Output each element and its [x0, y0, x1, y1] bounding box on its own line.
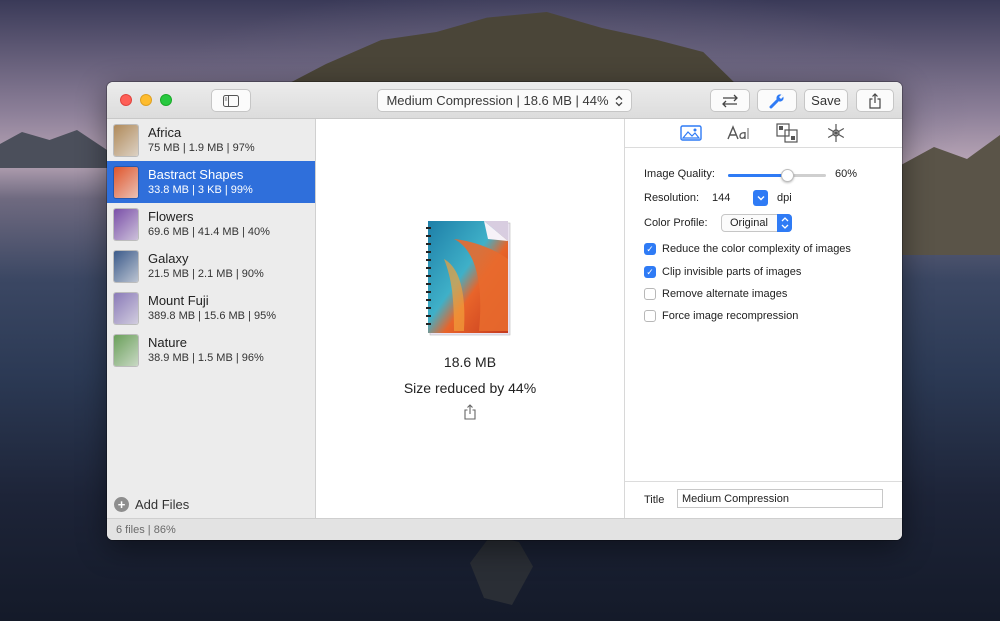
file-name: Nature — [148, 335, 188, 350]
status-bar: 6 files | 86% — [107, 518, 902, 540]
file-item-flowers[interactable]: Flowers 69.6 MB | 41.4 MB | 40% — [107, 203, 315, 245]
desktop-mountain — [280, 12, 740, 88]
preview-pane: 18.6 MB Size reduced by 44% — [316, 119, 625, 518]
tab-images[interactable] — [679, 123, 703, 143]
document-preview — [426, 221, 511, 336]
status-text: 6 files | 86% — [116, 524, 176, 536]
file-thumbnail — [114, 250, 138, 282]
title-label: Title — [644, 494, 665, 506]
settings-button[interactable] — [757, 89, 797, 112]
file-name: Mount Fuji — [148, 293, 209, 308]
file-stats: 38.9 MB | 1.5 MB | 96% — [148, 352, 264, 364]
file-name: Africa — [148, 125, 182, 140]
app-window: Medium Compression | 18.6 MB | 44% Save — [107, 82, 902, 540]
vector-shapes-icon — [776, 123, 798, 143]
image-quality-value: 60% — [835, 168, 858, 180]
resolution-value[interactable]: 144 — [712, 192, 730, 204]
share-icon — [869, 92, 881, 109]
slider-knob[interactable] — [780, 169, 794, 182]
file-thumbnail — [114, 166, 138, 198]
share-icon[interactable] — [462, 404, 478, 420]
file-item-africa[interactable]: Africa 75 MB | 1.9 MB | 97% — [107, 119, 315, 161]
share-button[interactable] — [856, 89, 894, 112]
maximize-window-button[interactable] — [160, 94, 172, 106]
image-quality-slider[interactable] — [728, 169, 826, 182]
file-stats: 69.6 MB | 41.4 MB | 40% — [148, 226, 270, 238]
option-remove-alternate[interactable]: Remove alternate images — [644, 288, 787, 300]
file-name: Galaxy — [148, 251, 189, 266]
file-stats: 21.5 MB | 2.1 MB | 90% — [148, 268, 264, 280]
option-label: Clip invisible parts of images — [662, 266, 802, 278]
add-files-label: Add Files — [135, 497, 190, 512]
swap-arrows-icon — [722, 94, 738, 107]
image-quality-label: Image Quality: — [644, 168, 715, 180]
file-name: Flowers — [148, 209, 194, 224]
file-thumbnail — [114, 124, 138, 156]
title-input[interactable] — [677, 489, 883, 508]
color-profile-select[interactable]: Original — [721, 214, 792, 232]
file-thumbnail — [114, 334, 138, 366]
desktop-island — [0, 130, 110, 168]
checkbox[interactable] — [644, 288, 656, 300]
font-icon — [727, 125, 749, 140]
option-label: Remove alternate images — [662, 288, 788, 300]
option-label: Force image recompression — [662, 310, 799, 322]
tab-advanced[interactable] — [824, 123, 848, 143]
inspector-pane: Image Quality: 60% Resolution: 144 dpi C… — [625, 119, 902, 518]
file-stats: 75 MB | 1.9 MB | 97% — [148, 142, 255, 154]
option-force-recompression[interactable]: Force image recompression — [644, 310, 798, 322]
checkbox[interactable]: ✓ — [644, 243, 656, 255]
chevron-down-icon — [757, 196, 764, 201]
file-name: Bastract Shapes — [148, 167, 244, 182]
sidebar-toggle-button[interactable] — [211, 89, 251, 112]
up-down-chevron-icon — [777, 214, 792, 232]
file-thumbnail — [114, 208, 138, 240]
title-row: Title — [625, 481, 902, 518]
save-button[interactable]: Save — [804, 89, 848, 112]
image-icon — [680, 125, 702, 141]
plus-circle-icon: + — [114, 497, 129, 512]
up-down-chevron-icon — [615, 95, 622, 106]
file-list: Africa 75 MB | 1.9 MB | 97% Bastract Sha… — [107, 119, 316, 518]
preset-label: Medium Compression | 18.6 MB | 44% — [386, 93, 609, 108]
resolution-dropdown[interactable] — [753, 190, 768, 206]
compressed-size: 18.6 MB — [443, 354, 497, 370]
desktop-island — [890, 135, 1000, 255]
checkbox[interactable] — [644, 310, 656, 322]
color-profile-value: Original — [730, 217, 768, 229]
file-item-nature[interactable]: Nature 38.9 MB | 1.5 MB | 96% — [107, 329, 315, 371]
tab-vectors[interactable] — [775, 123, 799, 143]
option-label: Reduce the color complexity of images — [662, 243, 851, 255]
close-window-button[interactable] — [120, 94, 132, 106]
file-item-bastract-shapes[interactable]: Bastract Shapes 33.8 MB | 3 KB | 99% — [107, 161, 315, 203]
minimize-window-button[interactable] — [140, 94, 152, 106]
size-reduction: Size reduced by 44% — [403, 380, 537, 396]
file-thumbnail — [114, 292, 138, 324]
desktop-rocks — [470, 535, 533, 605]
snowflake-icon — [827, 124, 845, 142]
add-files-button[interactable]: + Add Files — [114, 497, 189, 512]
option-reduce-color[interactable]: ✓ Reduce the color complexity of images — [644, 243, 851, 255]
resolution-unit: dpi — [777, 192, 792, 204]
sidebar-icon — [223, 94, 239, 107]
slider-fill — [728, 174, 787, 177]
wrench-icon — [769, 93, 784, 108]
preset-select[interactable]: Medium Compression | 18.6 MB | 44% — [377, 89, 632, 112]
compare-button[interactable] — [710, 89, 750, 112]
file-item-mount-fuji[interactable]: Mount Fuji 389.8 MB | 15.6 MB | 95% — [107, 287, 315, 329]
checkbox[interactable]: ✓ — [644, 266, 656, 278]
resolution-label: Resolution: — [644, 192, 700, 204]
option-clip-invisible[interactable]: ✓ Clip invisible parts of images — [644, 266, 801, 278]
file-stats: 389.8 MB | 15.6 MB | 95% — [148, 310, 277, 322]
title-bar: Medium Compression | 18.6 MB | 44% Save — [107, 82, 902, 119]
tab-fonts[interactable] — [726, 123, 752, 143]
file-stats: 33.8 MB | 3 KB | 99% — [148, 184, 253, 196]
file-item-galaxy[interactable]: Galaxy 21.5 MB | 2.1 MB | 90% — [107, 245, 315, 287]
color-profile-label: Color Profile: — [644, 217, 708, 229]
inspector-tabs — [625, 119, 902, 148]
